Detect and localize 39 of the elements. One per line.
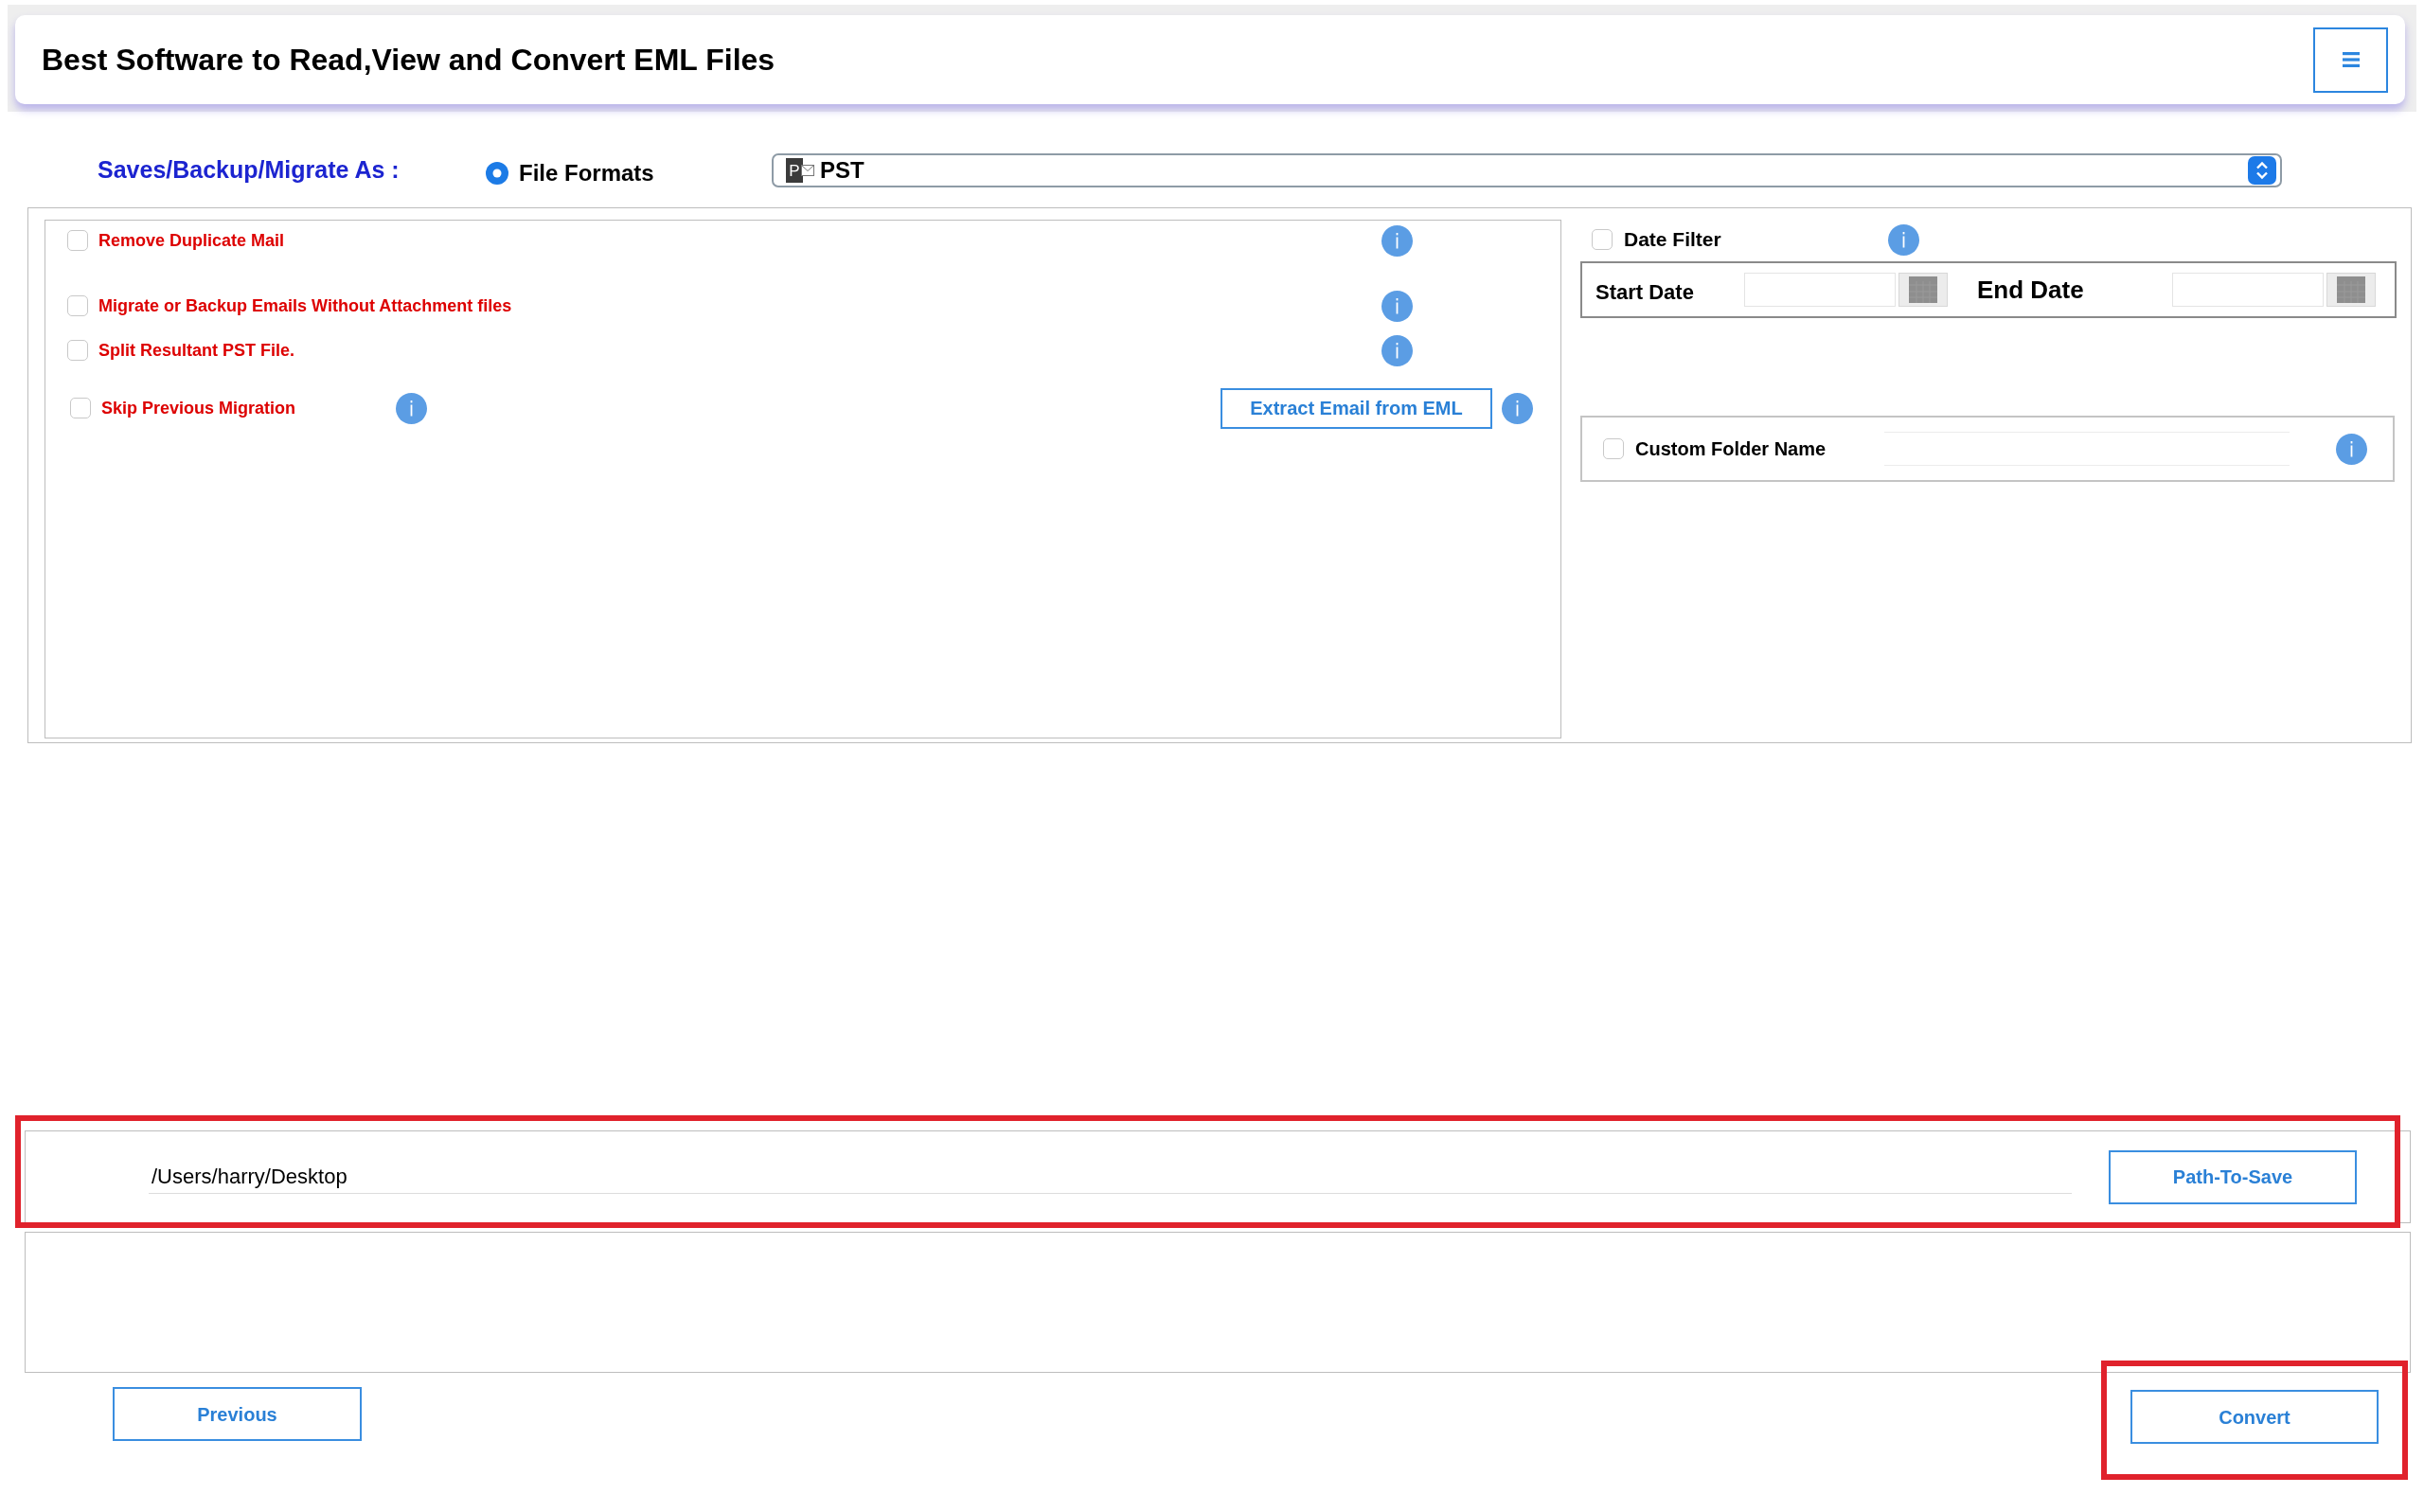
date-filter-label: Date Filter — [1624, 227, 1721, 253]
info-icon[interactable] — [1381, 224, 1413, 257]
calendar-button[interactable] — [1898, 273, 1948, 307]
checkbox[interactable] — [1603, 438, 1624, 459]
checkbox[interactable] — [67, 340, 88, 361]
calendar-icon — [2337, 276, 2365, 303]
stepper-icon — [2248, 156, 2276, 185]
info-icon[interactable] — [1381, 290, 1413, 322]
format-select[interactable]: P PST — [772, 153, 2282, 187]
option-label: Split Resultant PST File. — [98, 339, 295, 362]
info-icon[interactable] — [1381, 334, 1413, 366]
end-date-field[interactable] — [2172, 273, 2324, 307]
start-date-label: Start Date — [1595, 278, 1695, 306]
checkbox[interactable] — [70, 398, 91, 418]
option-label: Skip Previous Migration — [101, 397, 296, 419]
option-label: Migrate or Backup Emails Without Attachment files — [98, 294, 512, 317]
previous-button[interactable]: Previous — [113, 1387, 362, 1441]
info-icon[interactable] — [1502, 392, 1533, 424]
info-icon[interactable] — [1888, 223, 1919, 256]
extract-email-button[interactable]: Extract Email from EML — [1221, 387, 1492, 429]
path-to-save-button[interactable]: Path-To-Save — [2109, 1149, 2357, 1204]
convert-button[interactable]: Convert — [2130, 1390, 2379, 1444]
info-icon[interactable] — [396, 392, 427, 424]
end-date-label: End Date — [1977, 274, 2085, 306]
radio-label[interactable]: File Formats — [519, 156, 654, 190]
checkbox[interactable] — [67, 230, 88, 251]
checkbox[interactable] — [1592, 229, 1613, 250]
radio-button[interactable] — [486, 162, 508, 185]
app-title: Best Software to Read,View and Convert EML Files — [42, 42, 775, 79]
start-date-field[interactable] — [1744, 273, 1896, 307]
save-as-label: Saves/Backup/Migrate As : — [98, 155, 401, 186]
custom-folder-label: Custom Folder Name — [1635, 437, 1827, 461]
info-icon[interactable] — [2336, 433, 2367, 465]
option-label: Remove Duplicate Mail — [98, 229, 285, 252]
menu-icon — [2342, 52, 2360, 67]
checkbox[interactable] — [67, 295, 88, 316]
calendar-button[interactable] — [2326, 273, 2376, 307]
menu-button[interactable] — [2313, 27, 2388, 93]
calendar-icon — [1909, 276, 1937, 303]
